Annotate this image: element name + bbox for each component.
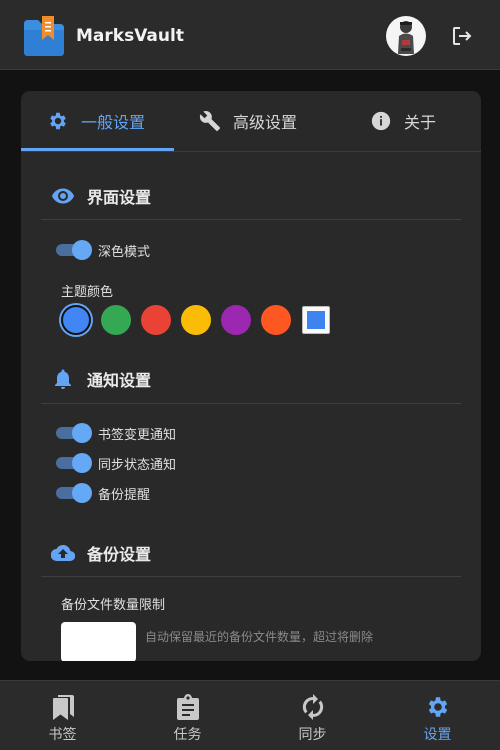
settings-tabs: 一般设置 高级设置 关于	[21, 91, 481, 152]
sync-notify-row: 同步状态通知	[56, 452, 176, 474]
app-title: MarksVault	[76, 26, 184, 46]
tab-about[interactable]: 关于	[370, 91, 436, 151]
color-swatch-blue[interactable]	[61, 305, 91, 335]
nav-sync[interactable]: 同步	[250, 681, 375, 750]
color-swatch-purple[interactable]	[221, 305, 251, 335]
divider	[41, 403, 461, 404]
bookmark-notify-label: 书签变更通知	[98, 427, 177, 443]
interface-section-title: 界面设置	[51, 183, 151, 209]
sync-notify-label: 同步状态通知	[98, 457, 177, 473]
nav-bookmarks[interactable]: 书签	[0, 681, 125, 750]
dark-mode-label: 深色模式	[98, 244, 151, 260]
divider	[41, 576, 461, 577]
sync-notify-toggle[interactable]	[56, 453, 92, 473]
settings-card: 一般设置 高级设置 关于 界面设置 深色模式 主题颜色 通知设置 书签变更通知 …	[21, 91, 481, 661]
notification-section-title: 通知设置	[51, 366, 151, 392]
eye-icon	[52, 188, 74, 204]
clipboard-icon	[177, 694, 199, 720]
bookmarks-icon	[53, 695, 74, 720]
backup-limit-label: 备份文件数量限制	[61, 598, 166, 613]
divider	[41, 219, 461, 220]
color-swatch-green[interactable]	[101, 305, 131, 335]
nav-settings-label: 设置	[423, 727, 452, 743]
theme-color-label: 主题颜色	[61, 285, 114, 300]
tab-general[interactable]: 一般设置	[47, 91, 145, 151]
bell-icon	[55, 369, 71, 389]
notification-section-label: 通知设置	[87, 371, 152, 390]
cloud-upload-icon	[51, 544, 75, 562]
info-icon	[371, 111, 391, 131]
bookmark-notify-toggle[interactable]	[56, 423, 92, 443]
nav-tasks[interactable]: 任务	[125, 681, 250, 750]
backup-reminder-toggle[interactable]	[56, 483, 92, 503]
backup-reminder-row: 备份提醒	[56, 482, 150, 504]
tab-general-label: 一般设置	[81, 113, 146, 132]
gear-icon	[50, 112, 66, 130]
color-swatch-yellow[interactable]	[181, 305, 211, 335]
nav-bookmarks-label: 书签	[48, 727, 77, 743]
user-avatar[interactable]	[386, 16, 426, 56]
color-swatch-orange[interactable]	[261, 305, 291, 335]
tab-advanced-label: 高级设置	[233, 113, 298, 132]
backup-section-title: 备份设置	[51, 540, 151, 566]
interface-section-label: 界面设置	[87, 188, 152, 207]
active-tab-indicator	[21, 148, 174, 151]
dark-mode-row: 深色模式	[56, 239, 150, 261]
bottom-navigation: 书签 任务 同步 设置	[0, 680, 500, 750]
backup-limit-input[interactable]	[61, 622, 136, 661]
tab-advanced[interactable]: 高级设置	[199, 91, 297, 151]
avatar-figure-icon	[398, 21, 414, 54]
custom-color-picker[interactable]	[302, 306, 330, 334]
color-swatch-red[interactable]	[141, 305, 171, 335]
dark-mode-toggle[interactable]	[56, 240, 92, 260]
gear-icon	[428, 697, 448, 717]
backup-reminder-label: 备份提醒	[98, 487, 151, 503]
app-header: MarksVault	[0, 0, 500, 70]
nav-settings[interactable]: 设置	[375, 681, 500, 750]
tab-about-label: 关于	[404, 113, 437, 132]
bookmark-notify-row: 书签变更通知	[56, 422, 176, 444]
backup-section-label: 备份设置	[87, 545, 152, 564]
logout-icon[interactable]	[450, 24, 474, 48]
bookmark-folder-icon	[24, 16, 64, 56]
nav-sync-label: 同步	[298, 727, 327, 743]
backup-limit-hint: 自动保留最近的备份文件数量，超过将删除	[145, 630, 374, 644]
sync-icon	[302, 694, 324, 720]
wrench-icon	[199, 111, 221, 132]
nav-tasks-label: 任务	[173, 727, 202, 743]
